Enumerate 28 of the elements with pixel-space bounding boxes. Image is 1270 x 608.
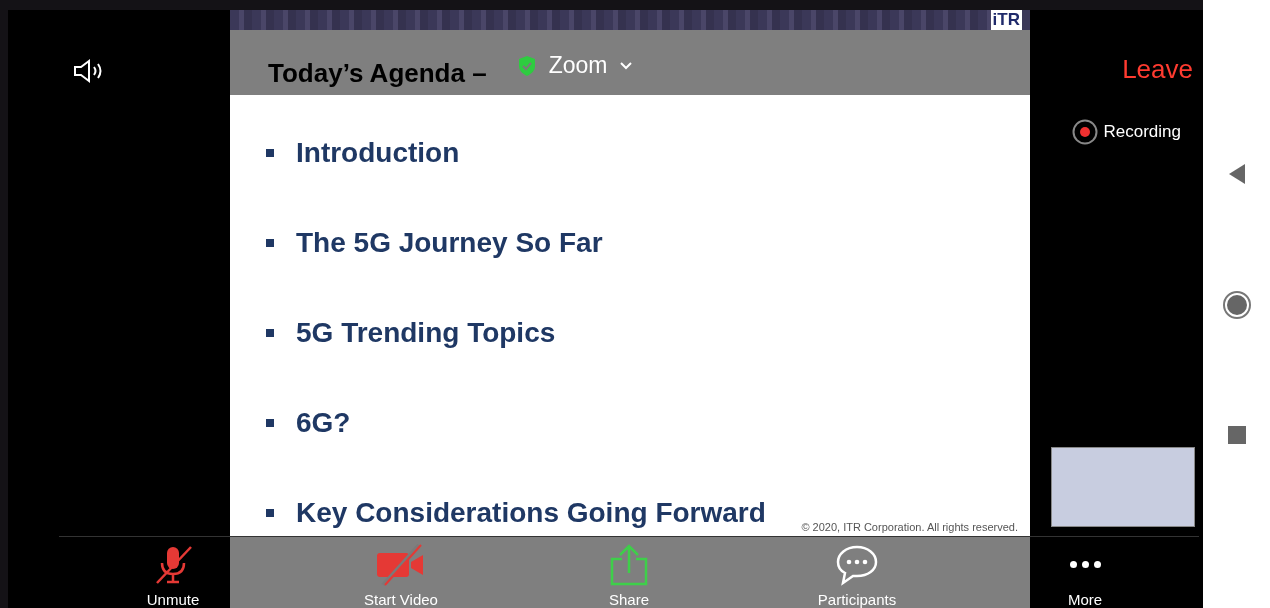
meeting-title[interactable]: Zoom <box>548 52 608 79</box>
recording-icon <box>1071 119 1098 145</box>
agenda-item: Key Considerations Going Forward <box>296 497 766 529</box>
more-dots-icon <box>1069 561 1101 568</box>
chevron-down-icon[interactable] <box>619 60 634 71</box>
bullet-mark <box>266 149 274 157</box>
slide-title: Today’s Agenda – <box>268 58 487 89</box>
toolbar-button[interactable]: Start Video <box>364 537 438 608</box>
toolbar-button[interactable]: Unmute <box>146 537 200 608</box>
chat-bubble-icon <box>834 543 880 587</box>
toolbar-button[interactable]: More <box>1067 537 1103 608</box>
bullet-mark <box>266 329 274 337</box>
bullet-mark <box>266 419 274 427</box>
leave-button[interactable]: Leave <box>1122 54 1193 85</box>
bullet-mark <box>266 239 274 247</box>
agenda-item: The 5G Journey So Far <box>296 227 603 259</box>
recents-icon[interactable] <box>1226 425 1247 446</box>
recording-label: Recording <box>1103 122 1181 142</box>
slide-logo: iTR <box>990 10 1022 30</box>
agenda-item: Introduction <box>296 137 460 169</box>
agenda-item: 6G? <box>296 407 351 439</box>
shield-icon <box>516 54 537 77</box>
toolbar-button[interactable]: Participants <box>817 537 897 608</box>
copyright-text: © 2020, ITR Corporation. All rights reserved. <box>801 521 1018 533</box>
home-icon[interactable] <box>1221 290 1252 320</box>
toolbar-button[interactable]: Share <box>607 537 651 608</box>
bullet-mark <box>266 509 274 517</box>
agenda-item: 5G Trending Topics <box>296 317 556 349</box>
